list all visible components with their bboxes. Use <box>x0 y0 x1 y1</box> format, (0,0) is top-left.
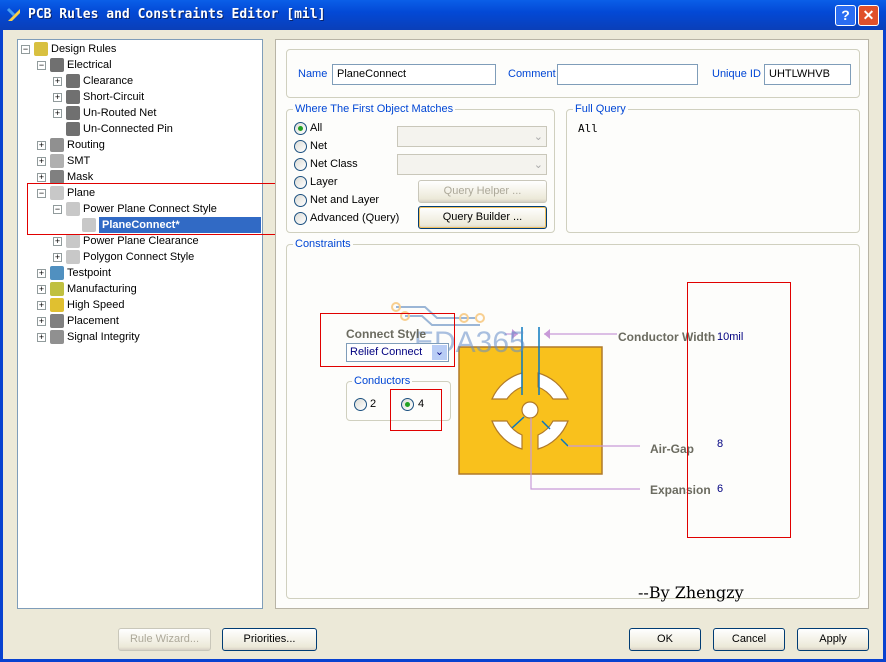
apply-button[interactable]: Apply <box>797 628 869 651</box>
conductors-label: Conductors <box>352 375 413 387</box>
signature-text: --By Zhengzy <box>638 583 744 602</box>
conductors-2-label: 2 <box>370 398 377 410</box>
ok-button[interactable]: OK <box>629 628 701 651</box>
priorities-button[interactable]: Priorities... <box>222 628 317 651</box>
rule-wizard-button[interactable]: Rule Wizard... <box>118 628 211 651</box>
highlight-box <box>390 389 442 431</box>
highlight-box <box>320 313 455 367</box>
cancel-button[interactable]: Cancel <box>713 628 785 651</box>
conductors-2-radio[interactable] <box>354 398 367 411</box>
highlight-box <box>687 282 791 538</box>
